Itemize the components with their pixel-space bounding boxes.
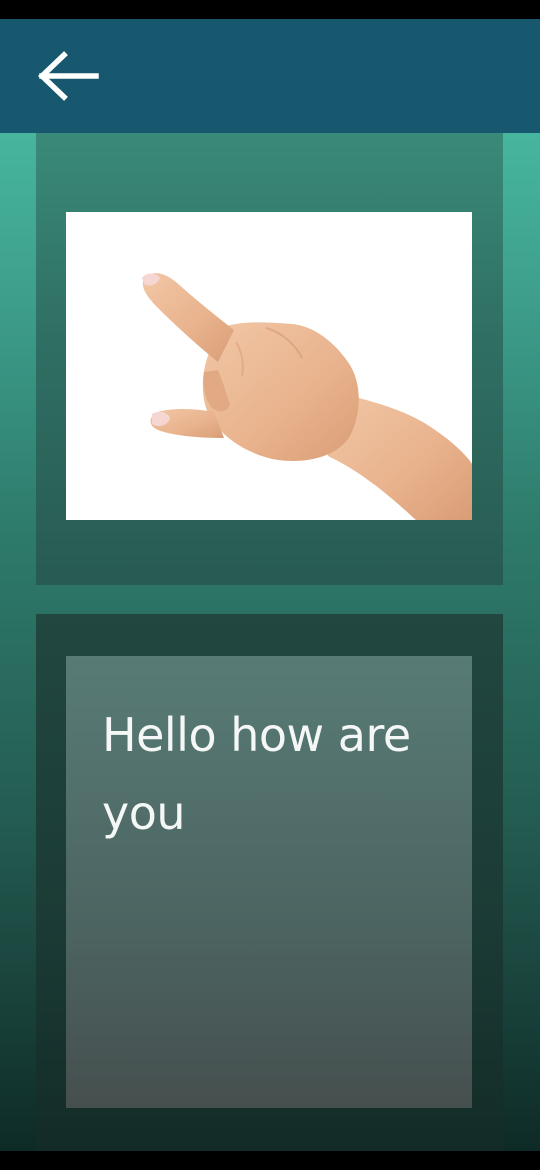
screen: Hello how are you (0, 0, 540, 1170)
message-panel: Hello how are you (66, 656, 472, 1108)
hand-pointing-image (66, 212, 472, 520)
message-text: Hello how are you (102, 708, 411, 840)
hand-pointing-illustration (142, 273, 472, 520)
status-bar (0, 0, 540, 19)
back-button[interactable] (28, 47, 106, 105)
image-card (36, 133, 503, 585)
app-bar (0, 19, 540, 133)
navigation-bar (0, 1151, 540, 1170)
message-card: Hello how are you (36, 614, 503, 1151)
arrow-left-icon (38, 51, 99, 101)
